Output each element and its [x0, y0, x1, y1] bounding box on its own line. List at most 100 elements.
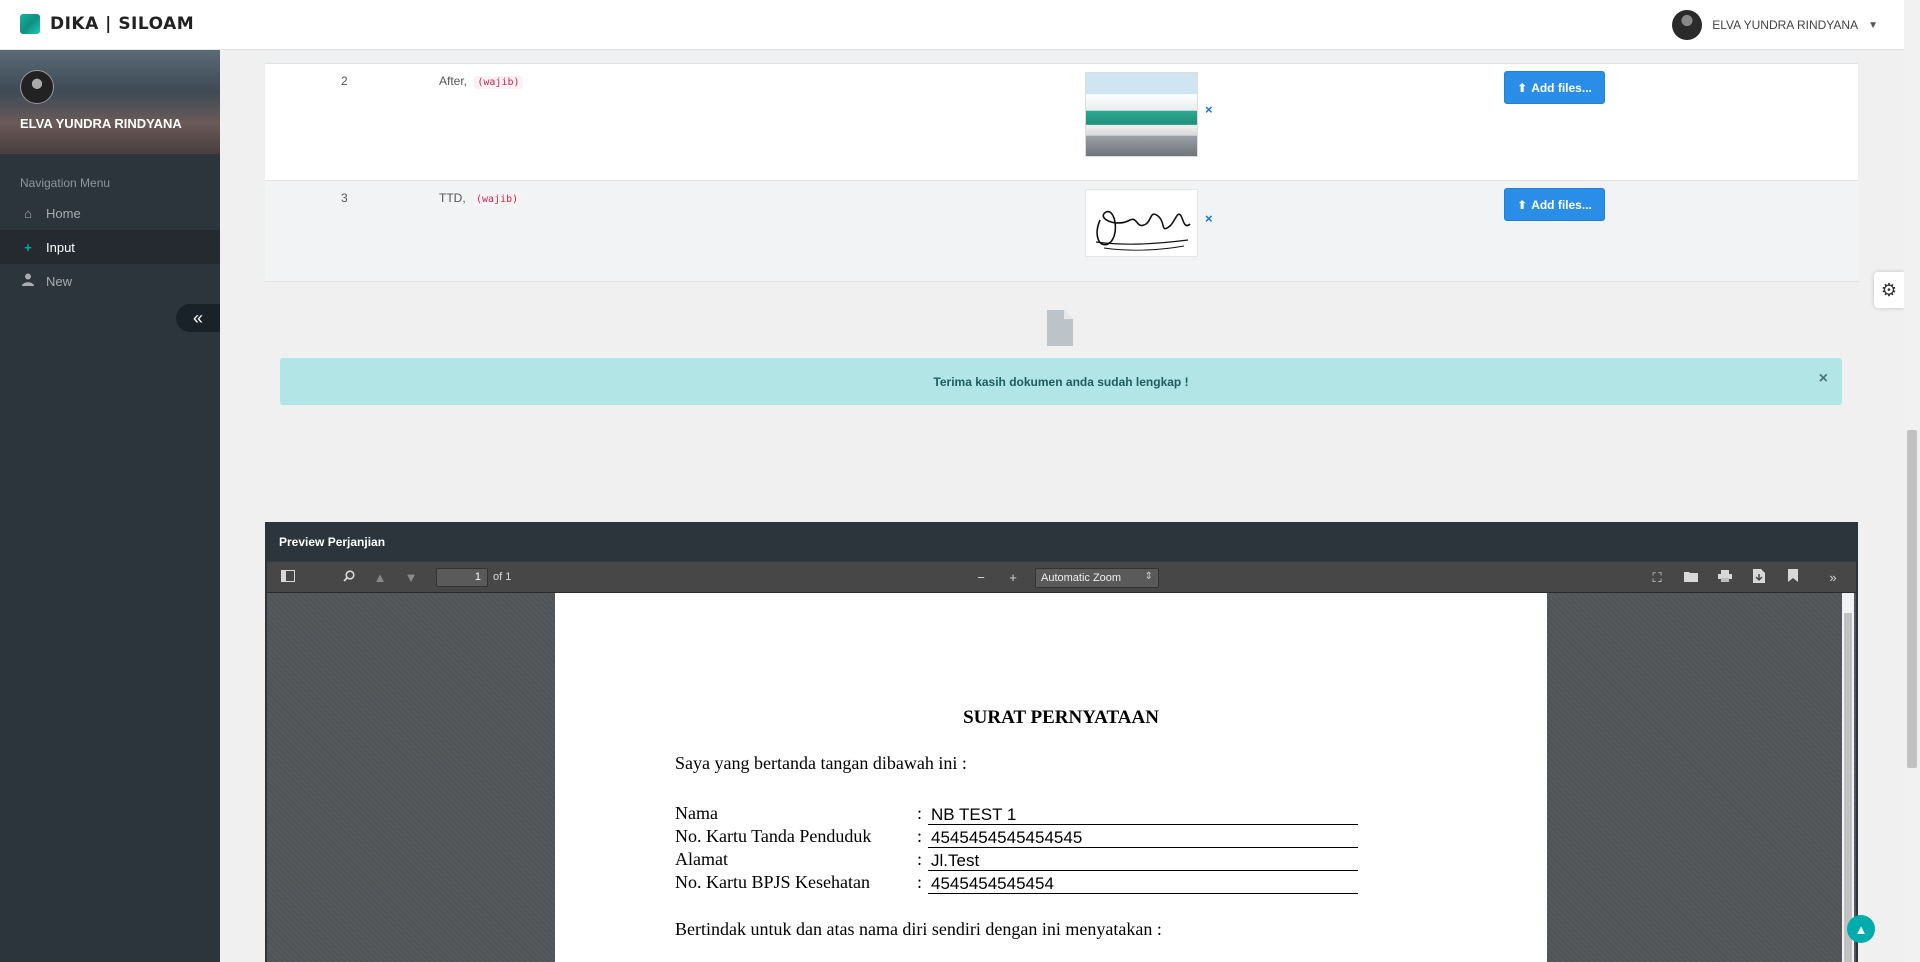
- page-scrollbar-thumb[interactable]: [1907, 430, 1917, 768]
- table-row: 2 After, (wajib) × ⬆ Add files...: [265, 64, 1858, 181]
- select-arrows-icon: ⇕: [1144, 571, 1153, 582]
- document-title: SURAT PERNYATAAN: [963, 707, 1159, 728]
- field-value: NB TEST 1: [928, 804, 1358, 825]
- gear-icon: ⚙: [1880, 279, 1898, 300]
- add-files-button[interactable]: ⬆ Add files...: [1504, 188, 1605, 221]
- download-icon[interactable]: [1750, 569, 1768, 587]
- document-intro: Saya yang bertanda tangan dibawah ini :: [675, 753, 967, 773]
- field-label: Alamat: [675, 849, 728, 869]
- user-icon: [20, 273, 36, 289]
- brand-logo-icon: [20, 14, 40, 34]
- field-label: No. Kartu BPJS Kesehatan: [675, 872, 870, 892]
- search-icon[interactable]: [340, 569, 358, 587]
- required-tag: (wajib): [474, 76, 523, 89]
- table-row: 3 TTD, (wajib) × ⬆ Add files...: [265, 181, 1858, 282]
- main-content: 2 After, (wajib) × ⬆ Add files... 3 TTD,…: [220, 50, 1904, 962]
- field-colon: :: [917, 803, 923, 823]
- zoom-in-icon[interactable]: +: [1004, 569, 1022, 587]
- scroll-to-top-button[interactable]: ▲: [1847, 915, 1875, 943]
- building-photo: [1085, 72, 1198, 157]
- avatar: [1672, 10, 1703, 40]
- sidebar-item-home[interactable]: ⌂ Home: [0, 196, 220, 230]
- field-value: 4545454545454: [928, 873, 1358, 894]
- alert-message: Terima kasih dokumen anda sudah lengkap …: [933, 374, 1189, 389]
- add-files-label: Add files...: [1531, 80, 1592, 95]
- pdf-page-area[interactable]: SURAT PERNYATAAN Saya yang bertanda tang…: [267, 593, 1856, 962]
- sidebar-profile: ELVA YUNDRA RINDYANA: [0, 50, 220, 154]
- field-nama: Nama : NB TEST 1: [675, 803, 1375, 826]
- signature-thumbnail[interactable]: [1085, 189, 1198, 257]
- zoom-select-value: Automatic Zoom: [1041, 572, 1122, 584]
- pdf-scrollbar[interactable]: [1842, 593, 1854, 962]
- home-icon: ⌂: [24, 205, 32, 221]
- open-file-icon[interactable]: [1682, 569, 1700, 587]
- row-label-text: After,: [439, 74, 468, 88]
- required-tag: (wajib): [473, 193, 522, 206]
- field-colon: :: [917, 849, 923, 869]
- user-name: ELVA YUNDRA RINDYANA: [1712, 18, 1859, 32]
- user-menu[interactable]: ELVA YUNDRA RINDYANA ▼: [1672, 10, 1878, 40]
- settings-tab[interactable]: ⚙: [1874, 272, 1904, 308]
- profile-name: ELVA YUNDRA RINDYANA: [20, 116, 182, 131]
- sidebar-collapse-button[interactable]: «: [176, 304, 220, 332]
- next-page-icon[interactable]: ▼: [402, 569, 420, 587]
- profile-avatar: [20, 70, 54, 104]
- add-files-label: Add files...: [1531, 197, 1592, 212]
- field-label: Nama: [675, 803, 718, 823]
- row-label: TTD, (wajib): [439, 191, 522, 206]
- field-alamat: Alamat : Jl.Test: [675, 849, 1375, 872]
- sidebar-item-input[interactable]: + Input: [0, 230, 220, 264]
- field-bpjs: No. Kartu BPJS Kesehatan : 4545454545454: [675, 872, 1375, 895]
- zoom-select[interactable]: Automatic Zoom ⇕: [1035, 568, 1159, 588]
- pdf-toolbar: ▲ ▼ 1 of 1 − + Automatic Zoom ⇕ ⛶ »: [267, 561, 1856, 593]
- plus-icon: +: [24, 239, 32, 255]
- sidebar: ELVA YUNDRA RINDYANA Navigation Menu ⌂ H…: [0, 50, 220, 962]
- zoom-out-icon[interactable]: −: [972, 569, 990, 587]
- previous-page-icon[interactable]: ▲: [371, 569, 389, 587]
- success-alert: Terima kasih dokumen anda sudah lengkap …: [280, 358, 1842, 405]
- file-icon: [1047, 310, 1073, 346]
- page-count: of 1: [493, 571, 512, 583]
- page-scrollbar[interactable]: [1904, 0, 1920, 962]
- print-icon[interactable]: [1716, 569, 1734, 587]
- nav-header: Navigation Menu: [20, 176, 111, 190]
- row-label: After, (wajib): [439, 74, 523, 89]
- field-ktp: No. Kartu Tanda Penduduk : 4545454545454…: [675, 826, 1375, 849]
- chevron-up-icon: ▲: [1854, 921, 1868, 937]
- remove-file-icon[interactable]: ×: [1205, 102, 1213, 117]
- remove-file-icon[interactable]: ×: [1205, 211, 1213, 226]
- upload-icon: ⬆: [1517, 80, 1528, 95]
- preview-panel-heading: Preview Perjanjian: [265, 522, 1858, 561]
- field-label: No. Kartu Tanda Penduduk: [675, 826, 872, 846]
- sidebar-item-label: Home: [46, 205, 81, 221]
- close-icon[interactable]: ×: [1819, 370, 1828, 388]
- brand[interactable]: DIKA | SILOAM: [20, 14, 194, 34]
- upload-icon: ⬆: [1517, 197, 1528, 212]
- pdf-scrollbar-thumb[interactable]: [1844, 613, 1852, 962]
- add-files-button[interactable]: ⬆ Add files...: [1504, 71, 1605, 104]
- field-value: 4545454545454545: [928, 827, 1358, 848]
- sidebar-item-new[interactable]: New: [0, 264, 220, 298]
- field-value: Jl.Test: [928, 850, 1358, 871]
- sidebar-item-label: New: [46, 273, 73, 289]
- pdf-page: SURAT PERNYATAAN Saya yang bertanda tang…: [555, 593, 1547, 962]
- document-statement: Bertindak untuk dan atas nama diri sendi…: [675, 919, 1162, 939]
- building-photo-thumbnail[interactable]: [1085, 72, 1198, 157]
- pdf-viewer: ▲ ▼ 1 of 1 − + Automatic Zoom ⇕ ⛶ » SURA…: [265, 561, 1858, 962]
- row-label-text: TTD,: [439, 191, 466, 205]
- caret-down-icon: ▼: [1868, 19, 1878, 31]
- field-colon: :: [917, 826, 923, 846]
- tools-icon[interactable]: »: [1824, 569, 1842, 587]
- page-number-input[interactable]: 1: [436, 568, 488, 587]
- sidebar-item-label: Input: [46, 239, 75, 255]
- double-chevron-left-icon: «: [192, 307, 203, 328]
- bookmark-icon[interactable]: [1784, 569, 1802, 587]
- table-header-strip: [265, 50, 1858, 64]
- top-navbar: DIKA | SILOAM ELVA YUNDRA RINDYANA ▼: [0, 0, 1904, 50]
- row-number: 3: [341, 191, 348, 205]
- presentation-mode-icon[interactable]: ⛶: [1648, 569, 1666, 587]
- row-number: 2: [341, 74, 348, 88]
- sidebar-toggle-icon[interactable]: [279, 569, 297, 587]
- field-colon: :: [917, 872, 923, 892]
- signature-image: [1085, 189, 1198, 257]
